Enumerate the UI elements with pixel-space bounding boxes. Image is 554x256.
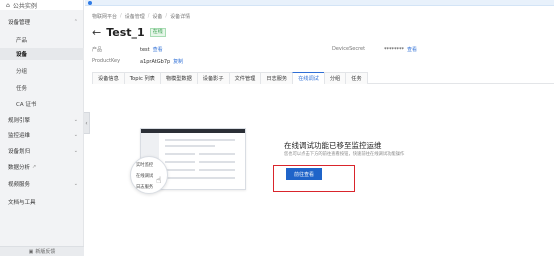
home-icon: ⌂: [6, 1, 10, 9]
sidebar-item-ca-cert[interactable]: CA 证书: [0, 100, 84, 108]
tab-device-shadow[interactable]: 设备影子: [196, 72, 230, 84]
sidebar-item-label: 设备划归: [8, 149, 31, 155]
breadcrumb-separator: /: [165, 13, 168, 19]
breadcrumb-item[interactable]: 物联网平台: [92, 13, 117, 20]
tab-task[interactable]: 任务: [345, 72, 368, 84]
sidebar-item-label: CA 证书: [16, 102, 37, 108]
sidebar-section-docs-tools[interactable]: 文档与工具: [0, 198, 84, 206]
illustration-option: 实时监控: [136, 163, 154, 168]
meta-devicesecret: DeviceSecret ******** 查看: [332, 46, 417, 53]
page-title: Test_1: [106, 26, 145, 39]
chevron-left-icon: ‹: [85, 119, 88, 127]
chevron-down-icon: ⌄: [73, 181, 78, 187]
view-product-link[interactable]: 查看: [153, 47, 163, 53]
sidebar-item-label: 文档与工具: [8, 200, 36, 206]
sidebar-item-label: 设备管理: [8, 20, 31, 26]
meta-productkey: ProductKey a1prAtGb7p 复制: [92, 58, 183, 65]
sidebar-item-label: 分组: [16, 69, 28, 75]
breadcrumb-item[interactable]: 设备: [152, 13, 162, 20]
meta-devicesecret-value: ********: [384, 47, 404, 53]
chevron-down-icon: ⌄: [73, 117, 78, 123]
breadcrumb-item[interactable]: 设备管理: [125, 13, 145, 20]
sidebar-item-label: 设备: [16, 52, 28, 58]
pointer-hand-icon: ☝: [156, 176, 162, 186]
chevron-down-icon: ⌄: [73, 132, 78, 138]
tab-thing-model-data[interactable]: 物模型数据: [159, 72, 198, 84]
feedback-button[interactable]: ▣ 新版反馈: [0, 246, 84, 256]
external-link-icon: ↗: [32, 164, 37, 170]
online-debug-title: 在线调试功能已移至监控运维: [284, 141, 382, 150]
illustration-menu-bubble: 实时监控 在线调试 日志服务: [130, 156, 168, 194]
online-debug-illustration: 实时监控 在线调试 日志服务 ☝: [130, 128, 246, 194]
online-debug-description: 您也可以点击下方的前往查看按钮，快速前往在线调试功能操作: [284, 152, 405, 157]
meta-product-label: 产品: [92, 47, 103, 53]
sidebar-item-label: 规则引擎: [8, 118, 31, 124]
tab-topic-list[interactable]: Topic 列表: [123, 72, 161, 84]
meta-productkey-value: a1prAtGb7p: [140, 59, 171, 65]
tab-online-debug[interactable]: 在线调试: [292, 72, 325, 84]
tab-log-service[interactable]: 日志服务: [260, 72, 294, 84]
chevron-down-icon: ⌄: [73, 148, 78, 154]
sidebar: ⌂ 公共实例 设备管理 ⌃ 产品 设备 分组 任务 CA 证书 规则引擎 ⌄ 监…: [0, 0, 84, 256]
feedback-label: 新版反馈: [35, 249, 56, 255]
meta-productkey-label: ProductKey: [92, 58, 121, 64]
illustration-option: 日志服务: [136, 185, 154, 190]
sidebar-item-label: 产品: [16, 38, 28, 44]
sidebar-section-video[interactable]: 视频服务 ⌄: [0, 180, 84, 188]
status-badge: 在线: [149, 28, 166, 37]
meta-devicesecret-label: DeviceSecret: [332, 46, 366, 52]
tab-file-management[interactable]: 文件管理: [228, 72, 262, 84]
feedback-icon: ▣: [28, 248, 34, 255]
main-content: 物联网平台 / 设备管理 / 设备 / 设备详情 ← Test_1 在线 产品 …: [90, 8, 554, 256]
sidebar-item-label: 任务: [16, 86, 28, 92]
instance-label: 公共实例: [12, 2, 37, 10]
page-header: ← Test_1 在线: [92, 26, 166, 39]
back-arrow-icon[interactable]: ←: [92, 26, 101, 39]
view-devicesecret-link[interactable]: 查看: [407, 47, 417, 53]
sidebar-item-product[interactable]: 产品: [0, 36, 84, 44]
breadcrumb-separator: /: [120, 13, 122, 19]
instance-switcher[interactable]: ⌂ 公共实例: [0, 0, 83, 10]
illustration-option: 在线调试: [136, 174, 154, 179]
meta-product: 产品 test 查看: [92, 46, 163, 53]
meta-product-value: test: [140, 47, 150, 53]
sidebar-item-label: 监控运维: [8, 133, 31, 139]
copy-productkey-link[interactable]: 复制: [173, 59, 183, 65]
notice-banner: [85, 0, 554, 6]
breadcrumb: 物联网平台 / 设备管理 / 设备 / 设备详情: [92, 13, 190, 20]
sidebar-section-data-analysis[interactable]: 数据分析 ↗: [0, 163, 84, 171]
tab-device-info[interactable]: 设备信息: [92, 72, 125, 84]
sidebar-item-group[interactable]: 分组: [0, 67, 84, 75]
sidebar-section-monitoring[interactable]: 监控运维 ⌄: [0, 131, 84, 139]
go-view-button[interactable]: 前往查看: [286, 168, 322, 180]
sidebar-item-task[interactable]: 任务: [0, 84, 84, 92]
breadcrumb-separator: /: [147, 13, 150, 19]
chevron-up-icon: ⌃: [73, 19, 78, 25]
breadcrumb-item: 设备详情: [170, 14, 191, 20]
sidebar-item-device[interactable]: 设备: [0, 48, 84, 60]
sidebar-section-rule-engine[interactable]: 规则引擎 ⌄: [0, 116, 84, 124]
tab-group[interactable]: 分组: [323, 72, 347, 84]
sidebar-section-device-assignment[interactable]: 设备划归 ⌄: [0, 147, 84, 155]
sidebar-item-label: 视频服务: [8, 182, 31, 188]
tab-bar: 设备信息 Topic 列表 物模型数据 设备影子 文件管理 日志服务 在线调试 …: [92, 72, 554, 84]
sidebar-item-label: 数据分析: [8, 165, 31, 171]
sidebar-section-device-management[interactable]: 设备管理 ⌃: [0, 18, 84, 26]
info-icon: [88, 1, 92, 5]
